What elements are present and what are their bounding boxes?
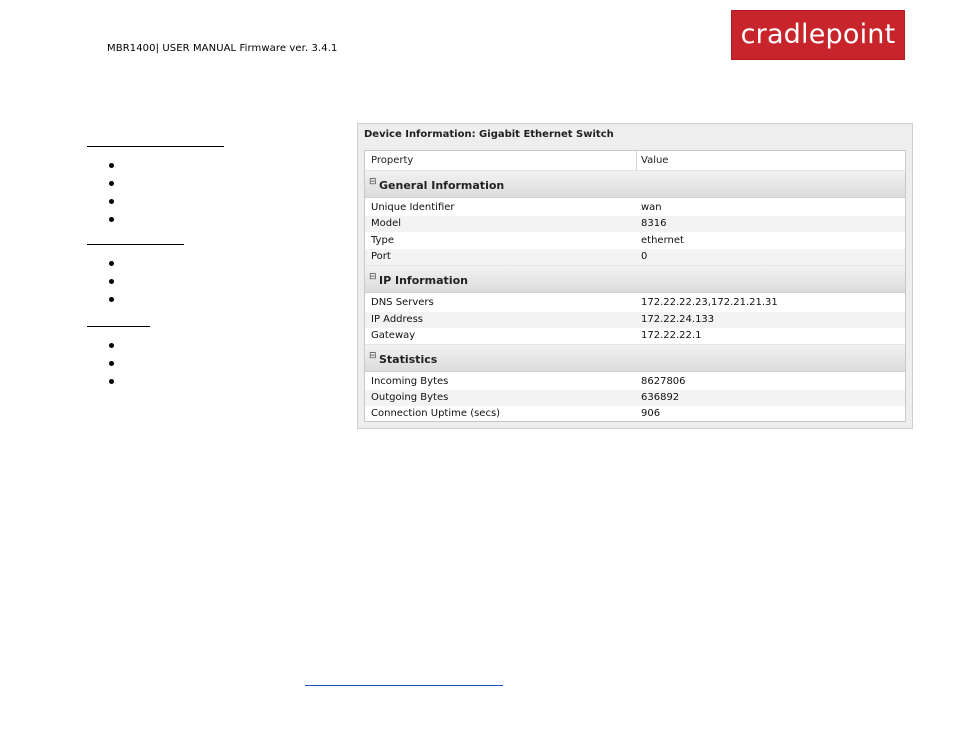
table-row: Type ethernet [365,233,905,249]
column-header-value: Value [641,155,669,166]
value-cell: 636892 [641,392,680,403]
table-header: Property Value [365,151,905,171]
value-cell: ethernet [641,235,684,246]
outline-list-1 [87,146,224,222]
property-cell: Incoming Bytes [371,376,449,387]
section-title: Statistics [379,353,438,366]
property-cell: Connection Uptime (secs) [371,408,501,419]
value-cell: 172.22.24.133 [641,314,715,325]
property-cell: Model [371,218,402,229]
property-cell: Type [371,235,394,246]
property-cell: Port [371,251,391,262]
bullet-icon [109,163,114,168]
value-cell: 0 [641,251,648,262]
device-info-table: Property Value ⊟ General Information Uni… [364,150,906,422]
cradlepoint-logo: cradlepoint [731,10,905,60]
value-cell: 906 [641,408,661,419]
property-cell: DNS Servers [371,297,434,308]
table-row: DNS Servers 172.22.22.23,172.21.21.31 [365,295,905,311]
column-header-property: Property [371,155,414,166]
table-row: Model 8316 [365,216,905,232]
section-ip-information[interactable]: ⊟ IP Information [365,265,905,293]
bullet-icon [109,279,114,284]
list-heading-rule [87,326,150,327]
bullet-icon [109,261,114,266]
table-row: Outgoing Bytes 636892 [365,390,905,406]
property-cell: IP Address [371,314,423,325]
footer-link-underline[interactable] [305,685,503,686]
list-heading-rule [87,146,224,147]
bullet-icon [109,297,114,302]
table-row: IP Address 172.22.24.133 [365,312,905,328]
table-row: Port 0 [365,249,905,265]
table-row: Gateway 172.22.22.1 [365,328,905,344]
value-cell: 172.22.22.1 [641,330,702,341]
section-statistics[interactable]: ⊟ Statistics [365,344,905,372]
table-row: Incoming Bytes 8627806 [365,374,905,390]
value-cell: 8316 [641,218,667,229]
collapse-icon[interactable]: ⊟ [369,272,377,282]
section-title: General Information [379,179,505,192]
collapse-icon[interactable]: ⊟ [369,351,377,361]
bullet-icon [109,379,114,384]
property-cell: Gateway [371,330,416,341]
collapse-icon[interactable]: ⊟ [369,177,377,187]
value-cell: 172.22.22.23,172.21.21.31 [641,297,778,308]
section-title: IP Information [379,274,468,287]
property-cell: Outgoing Bytes [371,392,449,403]
panel-title: Device Information: Gigabit Ethernet Swi… [364,129,614,140]
manual-header-text: MBR1400| USER MANUAL Firmware ver. 3.4.1 [107,43,338,54]
bullet-icon [109,361,114,366]
table-row: Connection Uptime (secs) 906 [365,406,905,422]
list-heading-rule [87,244,184,245]
value-cell: 8627806 [641,376,686,387]
bullet-icon [109,199,114,204]
bullet-icon [109,343,114,348]
table-row: Unique Identifier wan [365,200,905,216]
value-cell: wan [641,202,662,213]
section-general-information[interactable]: ⊟ General Information [365,170,905,198]
property-cell: Unique Identifier [371,202,455,213]
column-divider [636,151,637,170]
outline-list-2 [87,244,184,302]
device-info-panel: Device Information: Gigabit Ethernet Swi… [357,123,913,429]
bullet-icon [109,217,114,222]
bullet-icon [109,181,114,186]
outline-list-3 [87,326,150,384]
